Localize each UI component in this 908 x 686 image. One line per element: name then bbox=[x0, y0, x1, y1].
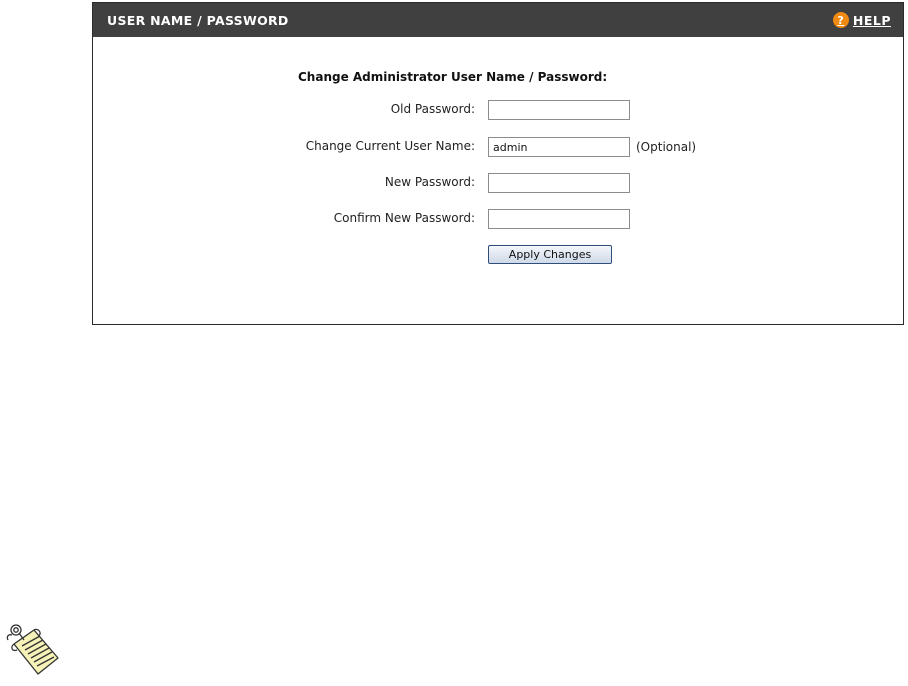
panel-header: USER NAME / PASSWORD ? HELP bbox=[93, 3, 903, 37]
new-password-row: New Password: bbox=[93, 173, 903, 193]
old-password-row: Old Password: bbox=[93, 100, 903, 120]
new-password-label: New Password: bbox=[384, 175, 475, 189]
help-label: HELP bbox=[852, 12, 891, 28]
confirm-password-input[interactable] bbox=[488, 209, 630, 229]
username-input[interactable] bbox=[488, 137, 630, 157]
user-password-panel: USER NAME / PASSWORD ? HELP Change Admin… bbox=[92, 2, 904, 325]
username-row: Change Current User Name: (Optional) bbox=[93, 137, 903, 157]
old-password-input[interactable] bbox=[488, 100, 630, 120]
form-heading: Change Administrator User Name / Passwor… bbox=[298, 70, 608, 84]
confirm-password-row: Confirm New Password: bbox=[93, 209, 903, 229]
question-circle-icon: ? bbox=[832, 12, 849, 28]
username-label: Change Current User Name: bbox=[305, 139, 475, 153]
notepad-scroll-icon bbox=[6, 624, 59, 675]
optional-note: (Optional) bbox=[636, 140, 697, 154]
panel-title: USER NAME / PASSWORD bbox=[107, 12, 289, 28]
help-link[interactable]: ? HELP bbox=[832, 12, 891, 28]
old-password-label: Old Password: bbox=[390, 102, 475, 116]
new-password-input[interactable] bbox=[488, 173, 630, 193]
confirm-password-label: Confirm New Password: bbox=[333, 211, 475, 225]
apply-changes-button[interactable]: Apply Changes bbox=[488, 245, 612, 264]
